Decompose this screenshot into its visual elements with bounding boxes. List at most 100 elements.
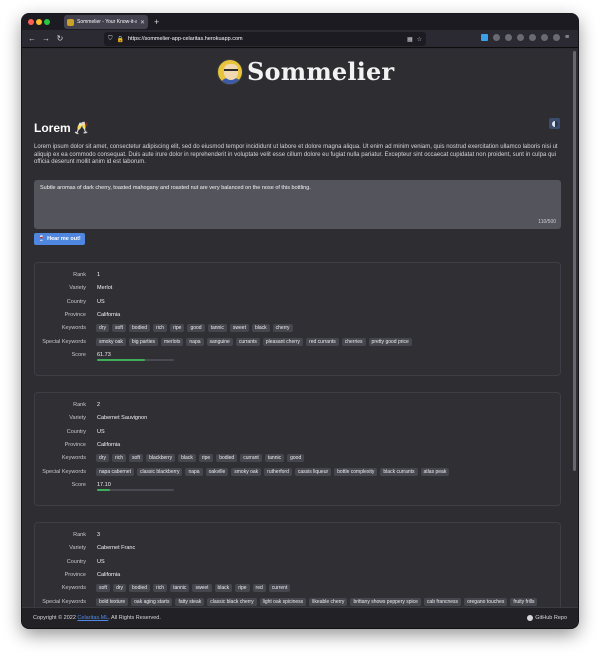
keyword-chip: sanguine xyxy=(206,338,233,346)
keyword-chip: bodied xyxy=(129,584,151,592)
scrollbar[interactable] xyxy=(573,51,576,471)
sommelier-avatar-icon xyxy=(217,58,243,85)
app-logo[interactable]: Sommelier xyxy=(217,57,394,86)
navigation-bar: ← → ↻ ⛉ 🔒 https://sommelier-app-celarita… xyxy=(22,30,578,48)
row-label: Keywords xyxy=(61,325,86,331)
keyword-chip: classic blackberry xyxy=(136,468,183,476)
keyword-chip: oregano touches xyxy=(464,598,508,606)
keyword-chip-list: soft dry bodied rich tannic sweet black ripe red… xyxy=(96,584,291,592)
keyword-chip: bodied xyxy=(216,454,238,462)
keyword-chip: cherry xyxy=(272,324,293,332)
extension-icon[interactable] xyxy=(529,34,536,41)
company-link[interactable]: Celaritas.ML xyxy=(77,615,108,621)
keyword-chip: cab francness xyxy=(423,598,462,606)
keyword-chip: smoky oak xyxy=(96,338,126,346)
reload-icon[interactable]: ↻ xyxy=(53,30,67,48)
row-value-variety: Cabernet Sauvignon xyxy=(97,415,148,421)
keyword-chip: red xyxy=(252,584,266,592)
result-row-special-keywords: Special Keywords bold texture oak aging st… xyxy=(35,597,560,607)
result-row-rank: Rank 1 xyxy=(35,270,560,280)
character-count: 110/500 xyxy=(538,219,556,225)
keyword-chip-list: bold texture oak aging starts fatty steak c… xyxy=(96,598,538,606)
menu-icon[interactable]: ≡ xyxy=(565,34,572,41)
result-row-special-keywords: Special Keywords smoky oak big parties merl… xyxy=(35,337,560,347)
browser-tab[interactable]: Sommelier - Your Know-it-all w ✕ xyxy=(64,15,148,29)
keyword-chip: cherries xyxy=(341,338,366,346)
result-row-keywords: Keywords soft dry bodied rich tannic sweet blac… xyxy=(35,583,560,593)
copyright-text: Copyright © 2022 Celaritas.ML. All Right… xyxy=(33,615,161,621)
row-label: Province xyxy=(64,572,86,578)
description-input-value[interactable]: Subtle aromas of dark cherry, toasted ma… xyxy=(40,185,555,191)
keyword-chip: big parties xyxy=(128,338,158,346)
row-value-country: US xyxy=(97,429,105,435)
keyword-chip: tannic xyxy=(170,584,190,592)
result-row-score: Score 17.10 xyxy=(35,480,560,491)
hear-me-out-button[interactable]: 🍷 Hear me out! xyxy=(34,233,85,245)
result-row-keywords: Keywords dry soft bodied rich ripe good tannic s… xyxy=(35,323,560,333)
keyword-chip: napa cabernet xyxy=(96,468,134,476)
extension-icon[interactable] xyxy=(505,34,512,41)
qr-code-icon[interactable]: ▦ xyxy=(407,36,413,43)
result-row-province: Province California xyxy=(35,310,560,320)
result-card: Rank 3 Variety Cabernet Franc Country US Provi… xyxy=(34,522,561,607)
new-tab-icon[interactable]: + xyxy=(154,16,159,28)
row-value-country: US xyxy=(97,299,105,305)
keyword-chip: black xyxy=(251,324,270,332)
keyword-chip: sweet xyxy=(192,584,212,592)
download-icon[interactable] xyxy=(481,34,488,41)
keyword-chip: currant xyxy=(240,454,262,462)
keyword-chip: light oak spiciness xyxy=(259,598,307,606)
extension-icon[interactable] xyxy=(553,34,560,41)
theme-toggle-button[interactable] xyxy=(549,118,560,129)
keyword-chip-list: napa cabernet classic blackberry napa oakvi… xyxy=(96,468,450,476)
github-repo-link[interactable]: GitHub Repo xyxy=(527,615,567,621)
keyword-chip: pretty good price xyxy=(368,338,412,346)
row-label: Variety xyxy=(69,415,86,421)
extension-icon[interactable] xyxy=(493,34,500,41)
tab-close-icon[interactable]: ✕ xyxy=(140,19,145,26)
row-value-province: California xyxy=(97,442,121,448)
minimize-window-button[interactable] xyxy=(36,19,42,25)
result-row-score: Score 61.73 xyxy=(35,350,560,361)
keyword-chip: black xyxy=(178,454,196,462)
keyword-chip: napa xyxy=(185,468,203,476)
keyword-chip: likeable cherry xyxy=(309,598,348,606)
back-arrow-icon[interactable]: ← xyxy=(25,30,39,48)
forward-arrow-icon[interactable]: → xyxy=(39,30,53,48)
keyword-chip: ripe xyxy=(198,454,214,462)
keyword-chip: red currants xyxy=(306,338,339,346)
row-value-variety: Cabernet Franc xyxy=(97,545,136,551)
result-row-country: Country US xyxy=(35,297,560,307)
extension-icon[interactable] xyxy=(517,34,524,41)
description-input[interactable]: Subtle aromas of dark cherry, toasted ma… xyxy=(34,180,561,229)
browser-window: Sommelier - Your Know-it-all w ✕ + ← → ↻… xyxy=(22,14,578,628)
close-window-button[interactable] xyxy=(28,19,34,25)
keyword-chip: oak aging starts xyxy=(131,598,173,606)
tab-title: Sommelier - Your Know-it-all w xyxy=(77,19,137,25)
shield-icon[interactable]: ⛉ xyxy=(108,36,113,43)
row-label: Country xyxy=(66,429,86,435)
keyword-chip: dry xyxy=(96,454,109,462)
row-label: Country xyxy=(66,559,86,565)
page-footer: Copyright © 2022 Celaritas.ML. All Right… xyxy=(22,607,578,628)
url-text[interactable]: https://sommelier-app-celaritas.herokuap… xyxy=(128,36,403,42)
row-label: Variety xyxy=(69,545,86,551)
extension-icon[interactable] xyxy=(541,34,548,41)
contrast-icon xyxy=(551,120,558,127)
tab-strip: Sommelier - Your Know-it-all w ✕ + xyxy=(22,14,578,30)
url-bar[interactable]: ⛉ 🔒 https://sommelier-app-celaritas.hero… xyxy=(104,32,426,46)
bookmark-star-icon[interactable]: ☆ xyxy=(417,36,422,43)
score-progress-bar xyxy=(97,359,174,361)
row-value-rank: 1 xyxy=(97,272,101,278)
row-label: Score xyxy=(71,482,86,488)
keyword-chip: dry xyxy=(113,584,127,592)
result-row-country: Country US xyxy=(35,557,560,567)
row-value-province: California xyxy=(97,312,121,318)
result-row-keywords: Keywords dry rich soft blackberry black ripe bo… xyxy=(35,453,560,463)
maximize-window-button[interactable] xyxy=(44,19,50,25)
result-row-rank: Rank 3 xyxy=(35,530,560,540)
keyword-chip: ripe xyxy=(235,584,250,592)
row-label: Rank xyxy=(73,402,86,408)
keyword-chip: tannic xyxy=(264,454,285,462)
lock-icon[interactable]: 🔒 xyxy=(117,36,124,43)
